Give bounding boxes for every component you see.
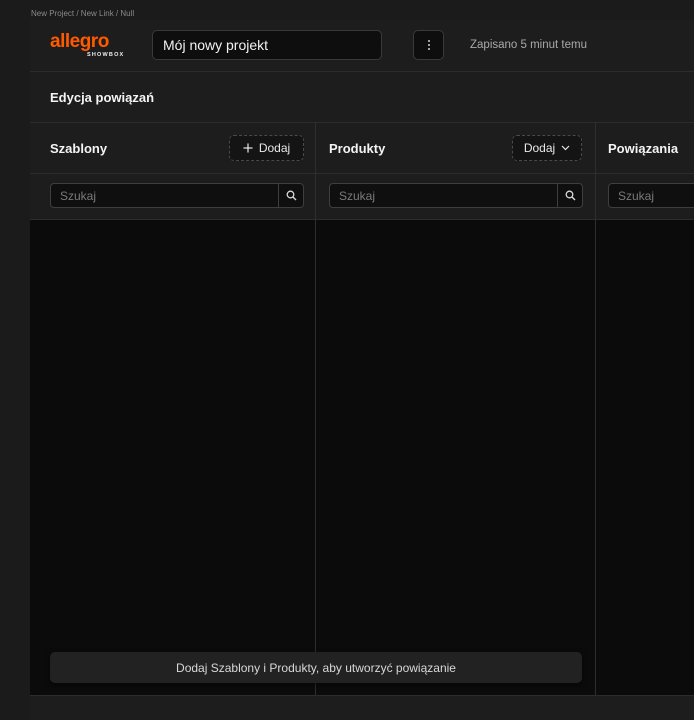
products-header: Produkty Dodaj (316, 123, 595, 174)
vertical-dots-icon (427, 40, 430, 50)
add-template-label: Dodaj (258, 141, 291, 155)
products-list (316, 220, 595, 695)
add-product-label: Dodaj (523, 141, 556, 155)
project-name-input[interactable] (152, 30, 382, 60)
templates-search-button[interactable] (278, 184, 303, 207)
search-icon (565, 190, 575, 201)
products-search (329, 183, 583, 208)
top-bar: allegro SHOWBOX Zapisano 5 minut temu (30, 20, 694, 72)
logo-subtitle: SHOWBOX (87, 52, 125, 58)
allegro-showbox-logo[interactable]: allegro SHOWBOX (50, 31, 140, 61)
section-header: Edycja powiązań (30, 72, 694, 123)
templates-column: Szablony Dodaj (30, 123, 315, 695)
add-template-button[interactable]: Dodaj (229, 135, 304, 161)
products-search-row (316, 174, 595, 220)
plus-icon (243, 143, 253, 153)
section-title: Edycja powiązań (50, 90, 155, 105)
logo-wordmark: allegro (50, 31, 109, 52)
templates-title: Szablony (50, 141, 108, 156)
save-status: Zapisano 5 minut temu (470, 39, 587, 51)
links-search (608, 183, 694, 208)
templates-search-row (30, 174, 315, 220)
links-search-input[interactable] (609, 184, 694, 207)
app-frame: allegro SHOWBOX Zapisano 5 minut temu Ed… (30, 20, 694, 720)
links-list (596, 220, 694, 695)
products-search-button[interactable] (557, 184, 582, 207)
breadcrumb: New Project / New Link / Null (31, 9, 135, 18)
search-icon (286, 190, 296, 201)
links-search-row (596, 174, 694, 220)
hint-toast: Dodaj Szablony i Produkty, aby utworzyć … (50, 652, 582, 683)
chevron-down-icon (561, 145, 570, 151)
links-column: Powiązania (596, 123, 694, 695)
links-header: Powiązania (596, 123, 694, 174)
templates-search-input[interactable] (51, 184, 280, 207)
more-options-button[interactable] (413, 30, 444, 60)
add-product-dropdown[interactable]: Dodaj (512, 135, 582, 161)
links-title: Powiązania (608, 141, 679, 156)
templates-search (50, 183, 304, 208)
templates-list (30, 220, 315, 695)
templates-header: Szablony Dodaj (30, 123, 315, 174)
products-title: Produkty (329, 141, 386, 156)
bottom-divider (30, 695, 694, 696)
products-column: Produkty Dodaj (316, 123, 595, 695)
products-search-input[interactable] (330, 184, 559, 207)
